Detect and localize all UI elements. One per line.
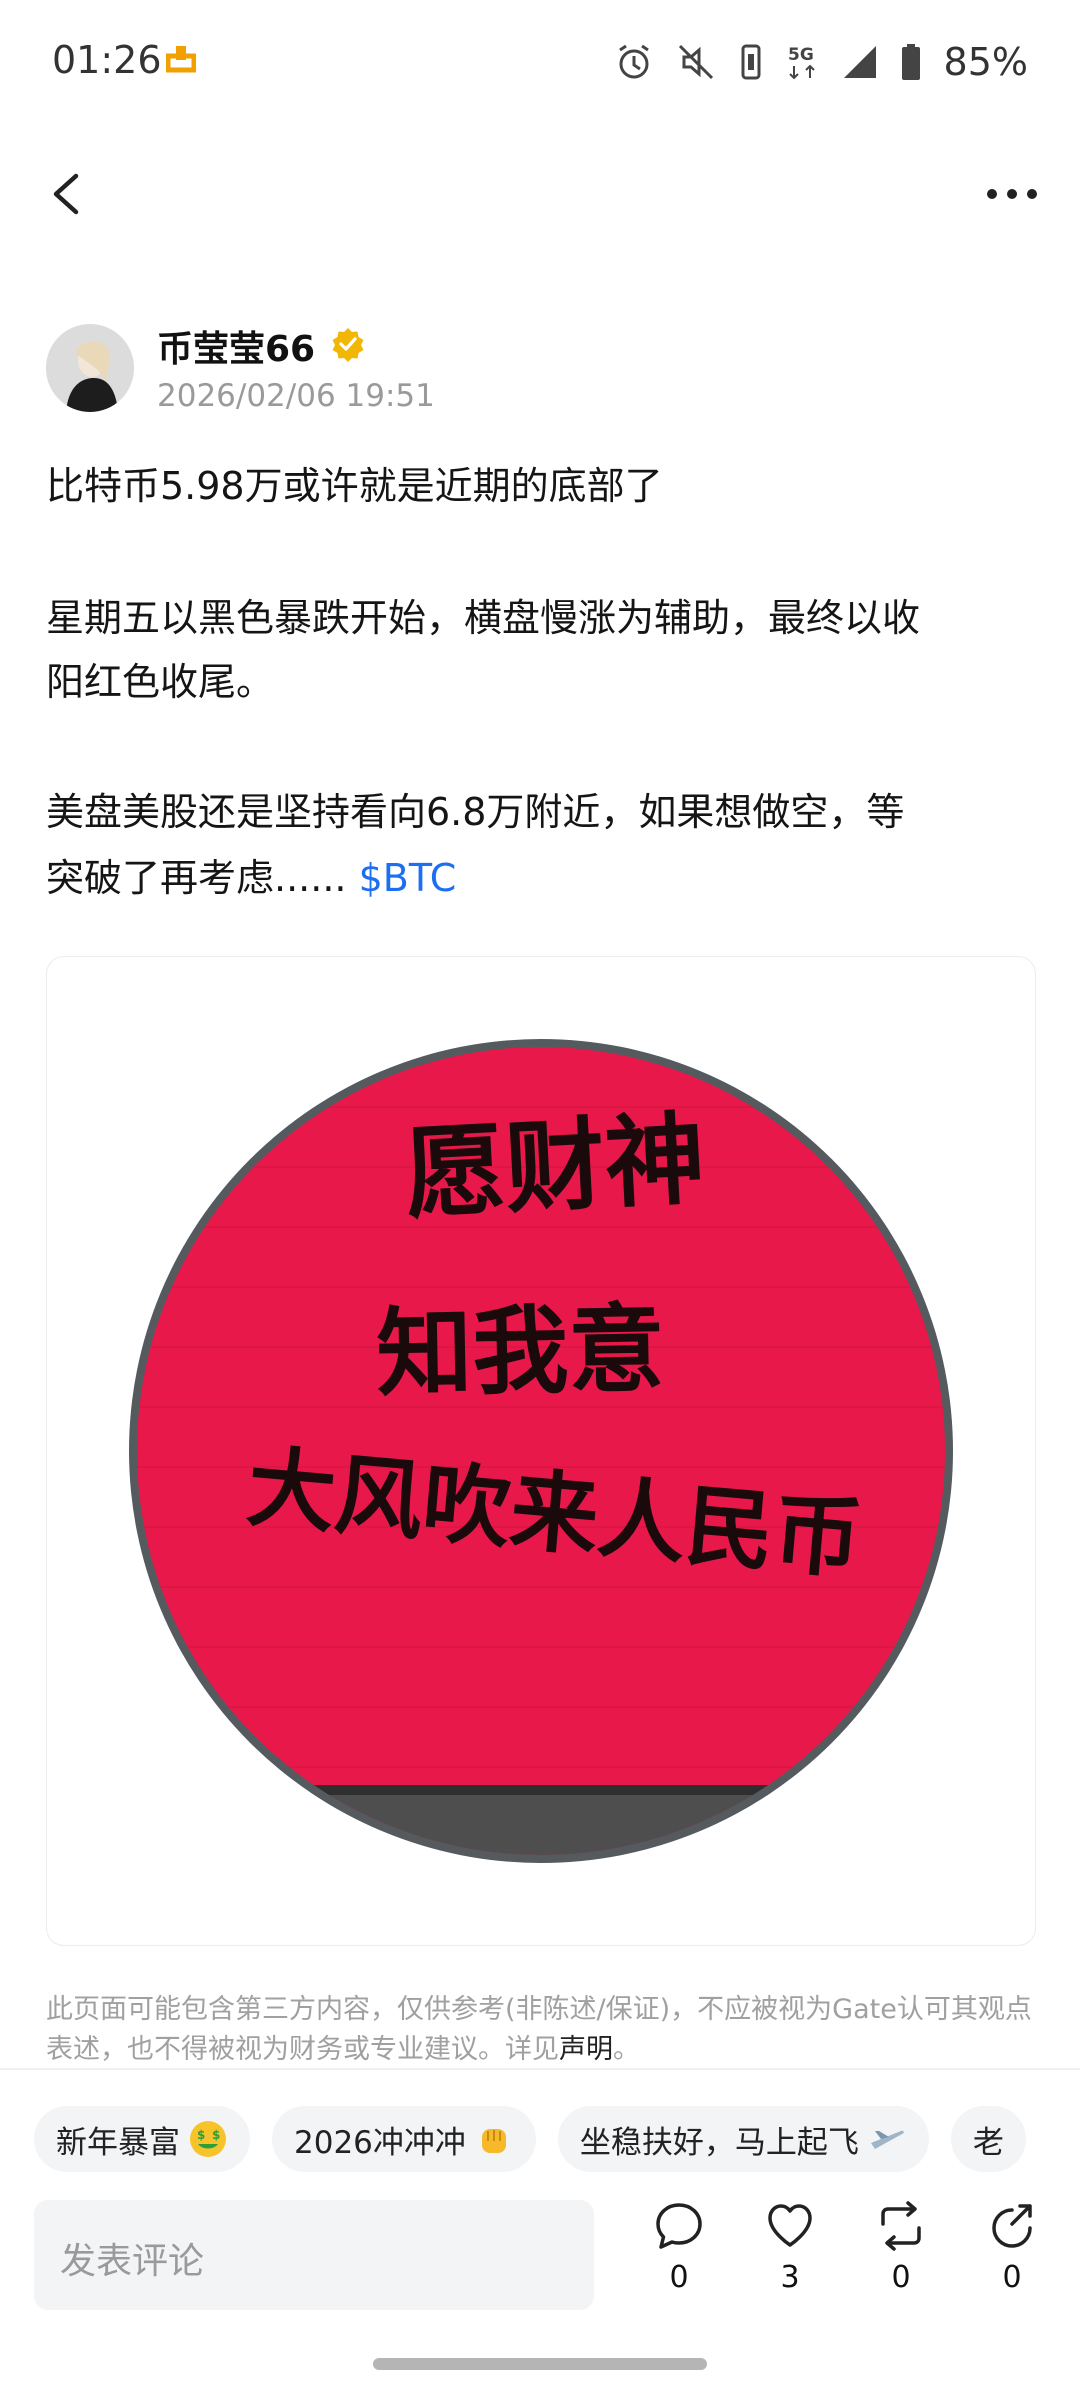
author-avatar[interactable] xyxy=(46,324,134,412)
post-text-line: 星期五以黑色暴跌开始，横盘慢涨为辅助，最终以收 xyxy=(46,596,921,640)
topic-label: 新年暴富 xyxy=(56,2124,180,2161)
post-text-line: 比特币5.98万或许就是近期的底部了 xyxy=(46,464,663,508)
comment-button[interactable]: 0 xyxy=(634,2200,724,2295)
like-button[interactable]: 3 xyxy=(745,2200,835,2295)
sign-line-2: 知我意 xyxy=(375,1292,665,1410)
sign-photo: 愿财神 知我意 大风吹来人民币 xyxy=(129,1039,953,1863)
battery-icon xyxy=(901,44,920,80)
disclaimer-text: 此页面可能包含第三方内容，仅供参考(非陈述/保证)，不应被视为Gate认可其观点… xyxy=(46,1990,1036,2070)
vibrate-icon xyxy=(741,44,761,80)
post-text-line: 美盘美股还是坚持看向6.8万附近，如果想做空，等 xyxy=(46,790,905,834)
repost-icon xyxy=(881,2201,921,2251)
verified-badge-icon xyxy=(332,328,364,362)
mute-icon xyxy=(678,44,713,80)
like-count: 3 xyxy=(780,2260,800,2295)
more-options-button[interactable] xyxy=(984,176,1040,212)
disclaimer-end: 。 xyxy=(613,2034,640,2065)
post-text-segment: 突破了再考虑...... xyxy=(46,856,347,900)
topic-chip[interactable]: 2026冲冲冲 xyxy=(272,2106,536,2172)
avatar-image xyxy=(46,324,134,412)
money-face-icon: $ $ xyxy=(190,2121,226,2157)
divider xyxy=(0,2068,1080,2070)
author-name[interactable]: 币莹莹66 xyxy=(157,320,315,372)
svg-text:$: $ xyxy=(212,2128,220,2142)
app-notification-icon xyxy=(166,46,196,73)
topic-label: 2026冲冲冲 xyxy=(294,2124,466,2161)
svg-text:5G: 5G xyxy=(788,45,814,65)
topic-label: 坐稳扶好，马上起飞 xyxy=(579,2124,859,2161)
sign-line-1: 愿财神 xyxy=(402,1099,708,1233)
comment-input[interactable]: 发表评论 xyxy=(34,2200,594,2310)
network-5g-icon: 5G xyxy=(788,45,815,80)
status-icons: 5G 85% xyxy=(614,38,1028,86)
share-icon xyxy=(992,2204,1032,2248)
heart-icon xyxy=(768,2204,812,2247)
fist-icon xyxy=(481,2129,506,2153)
comment-icon xyxy=(656,2203,702,2249)
topic-chips: 新年暴富 $ $ 2026冲冲冲 坐稳扶好，马上起飞 老 xyxy=(34,2106,1026,2172)
signal-icon xyxy=(843,46,876,78)
airplane-icon xyxy=(870,2130,904,2149)
share-button[interactable]: 0 xyxy=(967,2200,1057,2295)
home-indicator[interactable] xyxy=(373,2358,707,2370)
status-time: 01:26 xyxy=(52,38,162,82)
comment-count: 0 xyxy=(669,2260,689,2295)
share-count: 0 xyxy=(1002,2260,1022,2295)
comment-placeholder: 发表评论 xyxy=(60,2241,205,2282)
battery-percent: 85% xyxy=(943,40,1028,84)
post-text-line: 阳红色收尾。 xyxy=(46,660,275,704)
repost-button[interactable]: 0 xyxy=(856,2200,946,2295)
post-text-line: 突破了再考虑...... $BTC xyxy=(46,846,456,910)
topic-chip[interactable]: 老 xyxy=(950,2106,1026,2172)
svg-text:$: $ xyxy=(197,2128,205,2142)
post-timestamp: 2026/02/06 19:51 xyxy=(157,378,435,414)
ticker-tag-link[interactable]: $BTC xyxy=(359,856,457,900)
repost-count: 0 xyxy=(891,2260,911,2295)
topic-label: 老 xyxy=(972,2124,1004,2161)
disclaimer-body: 此页面可能包含第三方内容，仅供参考(非陈述/保证)，不应被视为Gate认可其观点… xyxy=(46,1994,1032,2065)
topic-chip[interactable]: 坐稳扶好，马上起飞 xyxy=(557,2106,929,2172)
post-image-card[interactable]: 愿财神 知我意 大风吹来人民币 xyxy=(46,956,1036,1946)
topic-chip[interactable]: 新年暴富 $ $ xyxy=(34,2106,250,2172)
back-button[interactable] xyxy=(42,166,90,222)
statement-link[interactable]: 声明 xyxy=(559,2034,613,2065)
alarm-icon xyxy=(618,44,649,79)
